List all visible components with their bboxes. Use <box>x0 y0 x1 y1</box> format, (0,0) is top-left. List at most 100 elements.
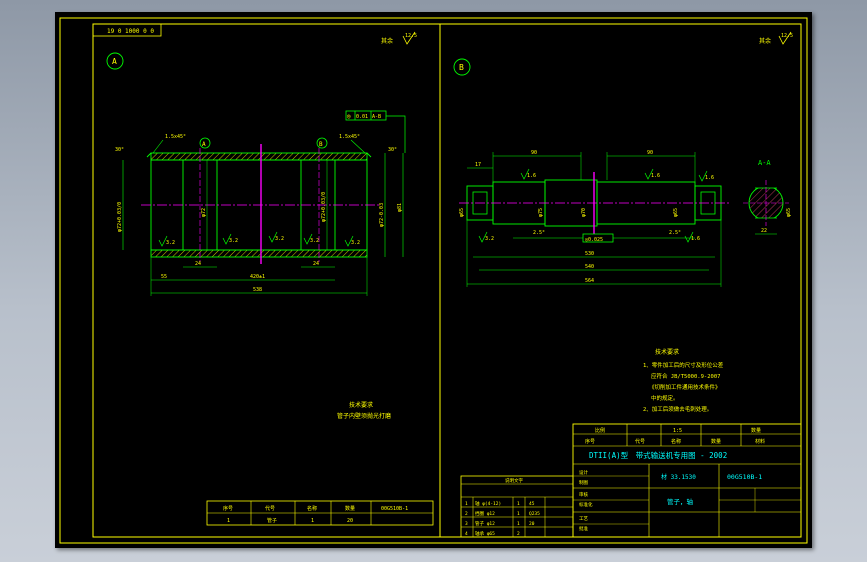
drawing-sheet[interactable]: 19 0 1000 0 0 A 其余 12.5 A B ◎ 0.01 A-B 1… <box>55 12 812 548</box>
roughness-mark-a5: 3.2 <box>351 240 360 246</box>
roughness-mark-a2: 3.2 <box>229 238 238 244</box>
inner-frame <box>92 23 802 538</box>
tb-sign-4: 标准化 <box>579 501 593 508</box>
dim-total: 538 <box>253 287 262 293</box>
cad-drawing[interactable]: 19 0 1000 0 0 A 其余 12.5 A B ◎ 0.01 A-B 1… <box>55 12 812 548</box>
chamfer-right-label: 1.5x45° <box>339 134 360 140</box>
tb-header-4: 数量 <box>711 438 721 445</box>
dim-b-right-90: 90 <box>647 150 653 156</box>
dim-b-key-17: 17 <box>475 162 481 168</box>
dim-bore-inner: φ72 <box>201 208 207 217</box>
view-b-tech-item-1: 1、零件加工后的尺寸及形位公差 <box>643 361 724 369</box>
dim-b-chamfer-right: 2.5° <box>669 230 681 236</box>
dim-bore-right: φ72+0.03/0 <box>321 192 327 222</box>
dim-len-right: 24 <box>313 261 319 267</box>
view-b-tech-title: 技术要求 <box>655 348 679 356</box>
tb-sign-6: 批准 <box>579 525 588 532</box>
parts-row-4-name: 轴承 φ65 <box>475 530 495 537</box>
chamfer-right <box>366 152 372 158</box>
view-b-tech-item-2: 应符合 JB/T5000.9-2007 <box>651 372 720 380</box>
roughness-mark-b2: 1.6 <box>651 173 660 179</box>
left-title-row2-3: 1 <box>311 518 314 524</box>
tb-scale-2: 1:5 <box>673 428 682 434</box>
dim-b-bearing: φ65 <box>459 208 465 217</box>
parts-row-1-mat: 45 <box>529 501 535 507</box>
section-dim-dia: φ65 <box>786 208 792 217</box>
view-b-tech-item-3: 《切削加工件通用技术条件》 <box>649 383 721 391</box>
left-title-row2-1: 1 <box>227 518 230 524</box>
parts-list-title: 说明文字 <box>505 477 523 484</box>
dim-b-530: 530 <box>585 251 594 257</box>
left-title-row2-4: 20 <box>347 518 353 524</box>
tb-scale-1: 比例 <box>595 427 605 434</box>
parts-row-2-qty: 1 <box>517 511 520 517</box>
tb-material: 材 33.1530 <box>661 473 696 481</box>
tb-sign-1: 设计 <box>579 469 588 476</box>
angle-right-label: 30° <box>388 147 397 153</box>
drawing-number-text: 19 0 1000 0 0 <box>107 28 154 35</box>
view-a-tech-text: 管子内壁须抛光打磨 <box>337 412 391 420</box>
dim-len-inner: 420±1 <box>250 274 265 280</box>
left-title-block[interactable]: 序号 代号 名称 数量 00G510B-1 1 管子 1 20 <box>206 500 434 526</box>
tube-wall-bottom <box>150 249 368 258</box>
parts-list[interactable]: 说明文字 1 轴 φ(4-12) 1 45 2 挡圈 φ12 1 Q235 3 … <box>460 475 574 538</box>
view-b-tech-item-5: 2、加工后须做去毛刺处理。 <box>643 405 712 413</box>
tb-sign-2: 制图 <box>579 479 588 486</box>
title-block[interactable]: 序号 代号 名称 数量 材料 比例 1:5 数量 DTII(A)型 带式输送机专… <box>572 423 802 538</box>
roughness-mark-b1: 1.6 <box>527 173 536 179</box>
view-b-tech-item-4: 中的规定。 <box>651 394 679 402</box>
parts-row-1-no: 1 <box>465 501 468 507</box>
tb-product-title: DTII(A)型 带式输送机专用图 - 2002 <box>589 450 727 460</box>
dim-b-564: 564 <box>585 278 594 284</box>
view-a-tech-title: 技术要求 <box>349 401 373 409</box>
parts-row-2-name: 挡圈 φ12 <box>475 510 495 517</box>
datum-b-text: B <box>319 141 323 148</box>
left-title-cell-1: 序号 <box>223 505 233 512</box>
tb-header-1: 序号 <box>585 438 595 445</box>
tb-header-5: 材料 <box>755 438 765 445</box>
view-b-roughness-note: 其余 <box>759 37 771 45</box>
left-title-row2-2: 管子 <box>267 517 277 524</box>
dim-b-left-90: 90 <box>531 150 537 156</box>
tb-part-no: 00G510B-1 <box>727 473 762 481</box>
dim-b-mid: φ70 <box>581 208 587 217</box>
tolerance-datum: A-B <box>372 114 381 120</box>
left-title-cell-2: 代号 <box>265 505 275 512</box>
tb-scale-3: 数量 <box>751 427 761 434</box>
tb-header-3: 名称 <box>671 438 681 445</box>
view-b[interactable]: B 其余 12.5 90 90 17 φ65 φ75 φ70 φ65 2.5° … <box>453 31 793 413</box>
parts-row-3-qty: 1 <box>517 521 520 527</box>
datum-a-text: A <box>202 141 206 148</box>
roughness-mark-a3: 3.2 <box>275 236 284 242</box>
view-a[interactable]: A 其余 12.5 A B ◎ 0.01 A-B 1.5x45° 1.5x45°… <box>106 31 417 420</box>
tolerance-symbol: ◎ <box>347 113 351 120</box>
chamfer-left-leader <box>152 139 164 154</box>
view-b-tol-text: ◎0.025 <box>585 237 603 243</box>
left-title-cell-5: 00G510B-1 <box>381 506 408 512</box>
tb-sign-3: 审核 <box>579 491 588 498</box>
dim-b-540: 540 <box>585 264 594 270</box>
dim-len-left-step: 55 <box>161 274 167 280</box>
roughness-mark-a1: 3.2 <box>166 240 175 246</box>
view-b-roughness-value: 12.5 <box>781 33 793 39</box>
view-b-label: B <box>459 63 464 72</box>
tube-wall-top <box>150 152 368 161</box>
chamfer-left-label: 1.5x45° <box>165 134 186 140</box>
view-a-label: A <box>112 57 117 66</box>
left-title-cell-3: 名称 <box>307 505 317 512</box>
tb-sign-5: 工艺 <box>579 516 588 522</box>
view-a-roughness-note: 其余 <box>381 37 393 45</box>
section-dim-width: 22 <box>761 228 767 234</box>
tolerance-value: 0.01 <box>356 114 368 120</box>
dim-b-right: φ65 <box>673 208 679 217</box>
parts-row-4-qty: 2 <box>517 531 520 537</box>
left-title-cell-4: 数量 <box>345 505 355 512</box>
tb-part-name: 管子，轴 <box>667 497 694 506</box>
dim-len-left: 24 <box>195 261 201 267</box>
roughness-mark-b3: 3.2 <box>485 236 494 242</box>
roughness-mark-a4: 3.2 <box>310 238 319 244</box>
angle-left-label: 30° <box>115 147 124 153</box>
parts-row-2-no: 2 <box>465 511 468 517</box>
parts-row-3-mat: 20 <box>529 521 535 527</box>
section-label: A-A <box>758 159 771 167</box>
